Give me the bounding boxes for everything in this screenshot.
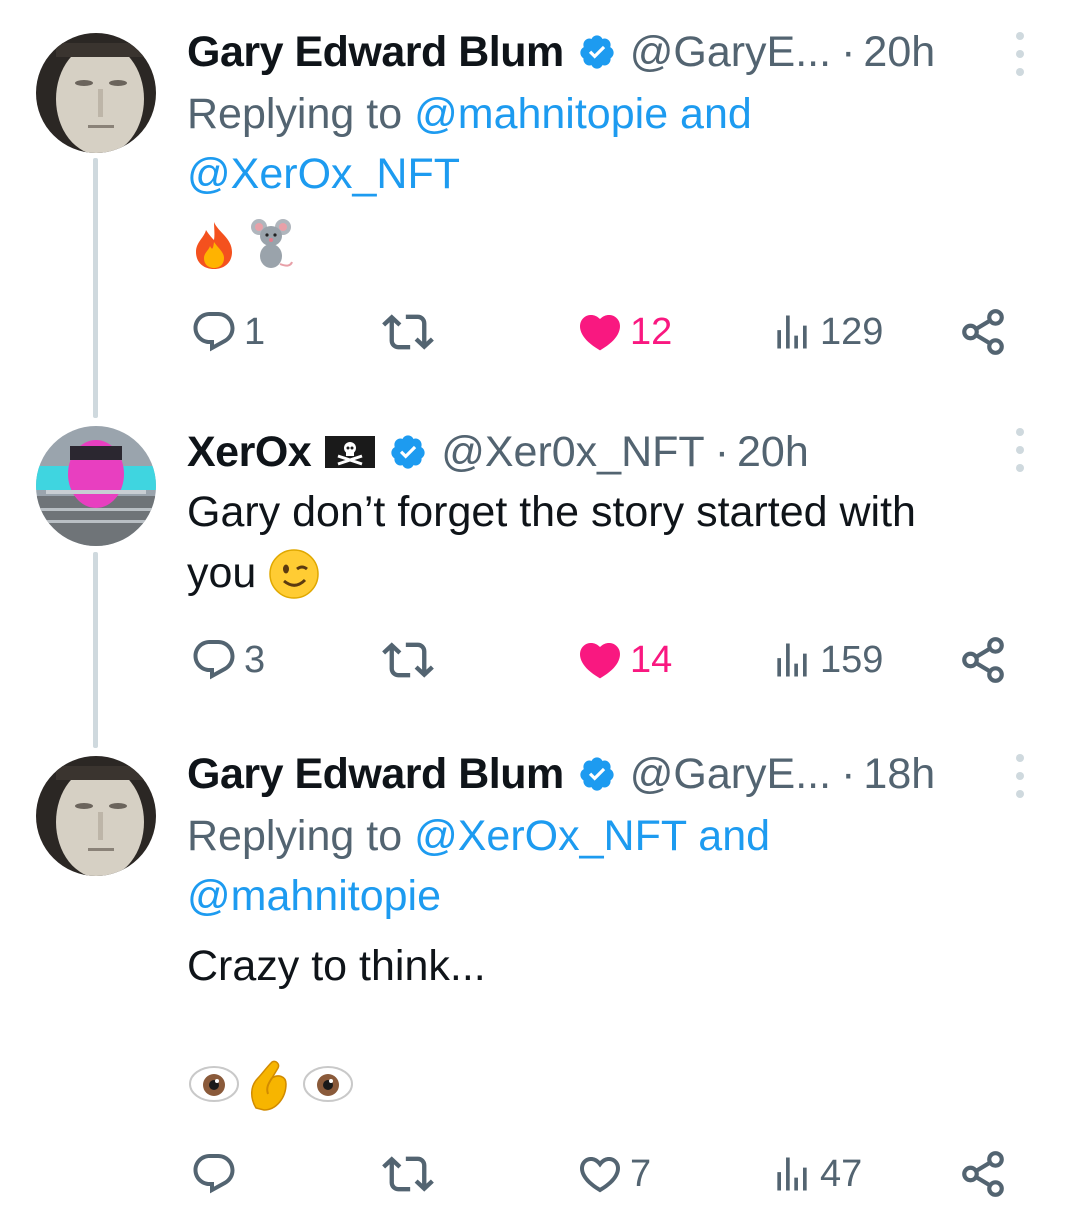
tweet-text: Gary don’t forget the story started with	[187, 488, 916, 536]
replying-to-label: Replying to	[187, 90, 403, 138]
reply-count: 3	[244, 638, 266, 681]
pinching-hand-emoji	[246, 1058, 292, 1117]
share-button[interactable]	[958, 304, 1008, 360]
display-name[interactable]: XerOx	[187, 428, 312, 477]
mouse-emoji	[250, 218, 294, 275]
reply-button[interactable]: 1	[190, 304, 265, 360]
replying-to-continued: @mahnitopie	[187, 866, 441, 927]
verified-badge-icon	[578, 33, 616, 71]
avatar[interactable]	[36, 756, 156, 876]
like-button[interactable]: 7	[576, 1146, 651, 1202]
tweet-header: XerOx @Xer0x_NFT · 20h	[187, 422, 809, 482]
display-name[interactable]: Gary Edward Blum	[187, 28, 564, 77]
pirate-flag-icon	[325, 434, 376, 470]
repost-icon	[382, 314, 434, 350]
user-handle[interactable]: @Xer0x_NFT	[441, 428, 704, 477]
views-icon	[777, 643, 807, 677]
avatar[interactable]	[36, 426, 156, 546]
mention-link[interactable]: @XerOx_NFT	[187, 150, 460, 198]
views-count: 47	[820, 1152, 863, 1195]
replying-to-label: Replying to	[187, 812, 403, 860]
replying-to: Replying to @mahnitopie and	[187, 84, 752, 145]
timestamp[interactable]: 18h	[863, 750, 935, 799]
eyes-emoji	[188, 1064, 240, 1109]
views-button[interactable]: 159	[770, 632, 883, 688]
tweet-text: Crazy to think...	[187, 942, 486, 990]
separator-dot: ·	[841, 27, 856, 76]
like-count: 12	[630, 310, 673, 353]
repost-icon	[382, 1156, 434, 1192]
share-icon	[962, 1151, 1004, 1197]
reply-button[interactable]	[190, 1146, 244, 1202]
display-name[interactable]: Gary Edward Blum	[187, 750, 564, 799]
winking-face-emoji	[268, 548, 320, 600]
repost-button[interactable]	[382, 632, 434, 688]
repost-icon	[382, 642, 434, 678]
separator-dot: ·	[714, 427, 730, 476]
more-options-icon[interactable]	[1012, 32, 1028, 76]
replying-to-continued: @XerOx_NFT	[187, 144, 460, 205]
like-button[interactable]: 12	[576, 304, 672, 360]
eyes-emoji	[302, 1064, 354, 1109]
reply-icon	[193, 1154, 235, 1194]
separator-dot: ·	[841, 749, 856, 798]
thread-line	[93, 158, 98, 418]
more-options-icon[interactable]	[1012, 754, 1028, 798]
repost-button[interactable]	[382, 304, 434, 360]
verified-badge-icon	[389, 433, 427, 471]
avatar[interactable]	[36, 33, 156, 153]
heart-filled-icon	[579, 643, 621, 679]
user-handle[interactable]: @GaryE...	[630, 28, 831, 77]
share-button[interactable]	[958, 1146, 1008, 1202]
views-icon	[777, 315, 807, 349]
tweet-header: Gary Edward Blum @GaryE... · 18h	[187, 744, 935, 804]
thread-line	[93, 552, 98, 748]
views-button[interactable]: 129	[770, 304, 883, 360]
repost-button[interactable]	[382, 1146, 434, 1202]
heart-filled-icon	[579, 315, 621, 351]
mention-link[interactable]: @mahnitopie	[187, 872, 441, 920]
views-icon	[777, 1157, 807, 1191]
verified-badge-icon	[578, 755, 616, 793]
views-button[interactable]: 47	[770, 1146, 862, 1202]
reply-icon	[193, 312, 235, 352]
more-options-icon[interactable]	[1012, 428, 1028, 472]
timestamp[interactable]: 20h	[863, 28, 935, 77]
share-icon	[962, 309, 1004, 355]
reply-icon	[193, 640, 235, 680]
tweet-text-line: you	[187, 549, 257, 597]
timestamp[interactable]: 20h	[737, 428, 809, 477]
like-count: 7	[630, 1152, 652, 1195]
user-handle[interactable]: @GaryE...	[630, 750, 831, 799]
replying-to: Replying to @XerOx_NFT and	[187, 806, 770, 867]
tweet-text-continued: you	[187, 543, 320, 604]
like-count: 14	[630, 638, 673, 681]
reply-count: 1	[244, 310, 266, 353]
views-count: 159	[820, 638, 884, 681]
reply-button[interactable]: 3	[190, 632, 265, 688]
mention-link[interactable]: @mahnitopie and	[414, 90, 752, 138]
mention-link[interactable]: @XerOx_NFT and	[414, 812, 770, 860]
tweet-header: Gary Edward Blum @GaryE... · 20h	[187, 22, 935, 82]
fire-emoji	[192, 220, 236, 275]
heart-outline-icon	[579, 1157, 621, 1193]
views-count: 129	[820, 310, 884, 353]
share-icon	[962, 637, 1004, 683]
share-button[interactable]	[958, 632, 1008, 688]
like-button[interactable]: 14	[576, 632, 672, 688]
